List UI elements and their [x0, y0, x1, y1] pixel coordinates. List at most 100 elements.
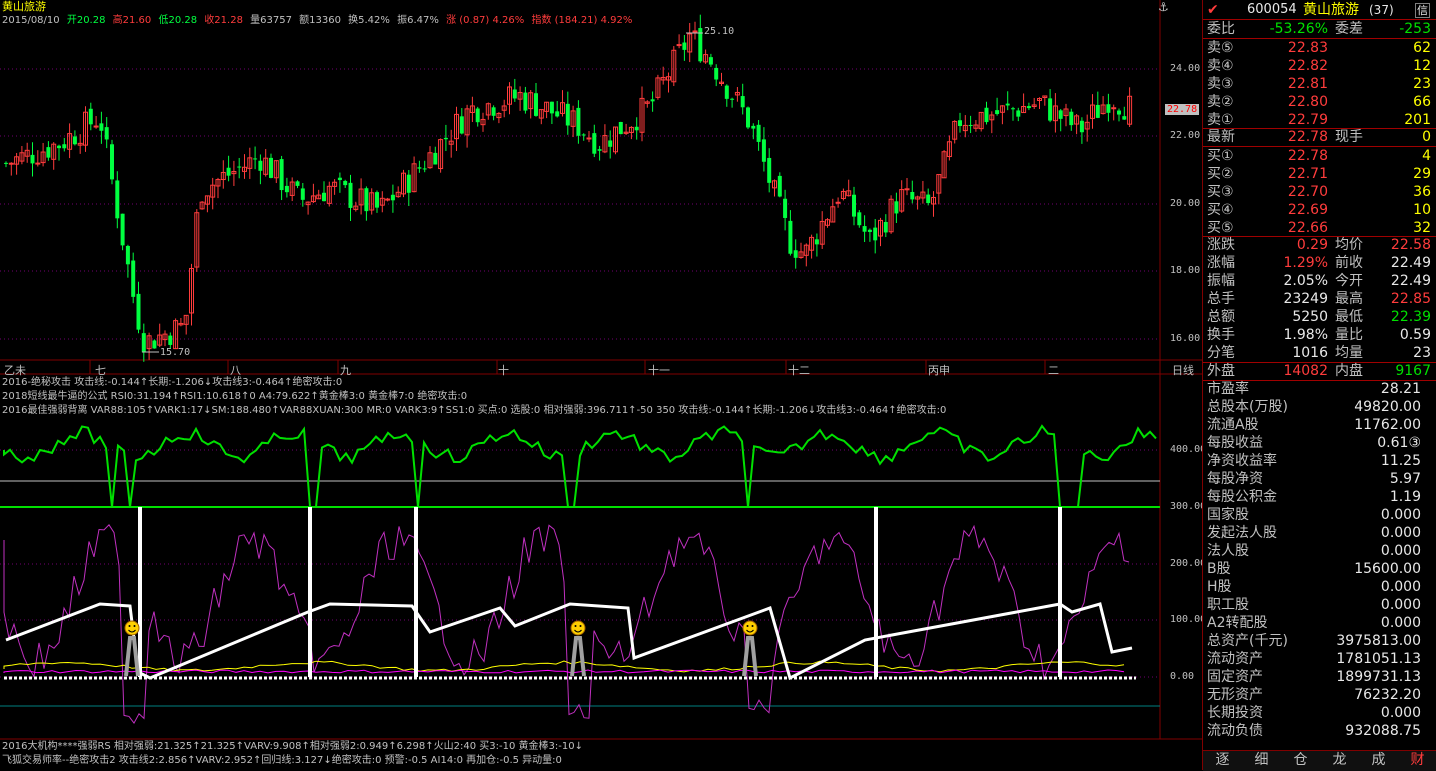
sub-axis-label: 400.00 — [1170, 444, 1207, 455]
weibi-value: -53.26% — [1269, 21, 1328, 37]
smiley-icon — [742, 620, 758, 636]
stat-value: 5250 — [1292, 309, 1328, 325]
buy-volume: 4 — [1422, 148, 1431, 164]
weibi-row: 委比 -53.26% 委差 -253 — [1203, 20, 1435, 38]
sell-row[interactable]: 卖⑤ 22.83 62 — [1203, 39, 1435, 57]
info-icon[interactable]: 信 — [1415, 3, 1430, 18]
buy-row[interactable]: 买③ 22.70 36 — [1203, 183, 1435, 201]
stat-value: 22.49 — [1390, 273, 1431, 289]
smiley-eye — [746, 625, 749, 627]
buy-row[interactable]: 买④ 22.69 10 — [1203, 201, 1435, 219]
candle-body — [88, 108, 93, 125]
fundamental-label: 国家股 — [1207, 507, 1249, 523]
stat-row: 总额 5250 最低 22.39 — [1203, 308, 1435, 326]
fundamental-row: 无形资产 76232.20 — [1203, 686, 1435, 704]
waipan-row: 外盘 14082 内盘 9167 — [1203, 362, 1435, 380]
candle-body — [279, 159, 284, 191]
month-label: 丙申 — [928, 364, 950, 377]
candle-body — [650, 99, 655, 102]
stat-label: 总手 — [1207, 291, 1235, 307]
buy-label: 买⑤ — [1207, 220, 1234, 236]
buy-row[interactable]: 买⑤ 22.66 32 — [1203, 219, 1435, 237]
smiley-stand — [742, 636, 758, 677]
buy-row[interactable]: 买② 22.71 29 — [1203, 165, 1435, 183]
panel-tab[interactable]: 仓 — [1281, 751, 1320, 771]
candle-body — [62, 144, 67, 149]
candle-body — [883, 221, 888, 233]
anchor-icon[interactable]: ⚓ — [1158, 1, 1169, 14]
check-icon[interactable]: ✔ — [1207, 1, 1219, 19]
candle-body — [57, 145, 61, 149]
waipan-label: 外盘 — [1207, 363, 1235, 379]
fundamental-row: 固定资产 1899731.13 — [1203, 668, 1435, 686]
candle-body — [300, 188, 305, 200]
max-price-label: 25.10 — [704, 26, 735, 37]
panel-tab[interactable]: 逐 — [1203, 751, 1242, 771]
candle-body — [141, 333, 146, 353]
candle-body — [337, 177, 342, 181]
fundamental-value: 28.21 — [1380, 381, 1421, 397]
fundamental-value: 1899731.13 — [1336, 669, 1421, 685]
indicator-line-2: 2018短线最牛逼的公式 RSI0:31.194↑RSI1:10.618↑0 A… — [2, 391, 468, 402]
candle-body — [692, 30, 698, 33]
buy-price: 22.70 — [1287, 184, 1328, 200]
sell-price: 22.79 — [1287, 112, 1328, 128]
stat-label: 换手 — [1207, 327, 1235, 343]
candle-body — [1011, 108, 1015, 110]
sell-row[interactable]: 卖③ 22.81 23 — [1203, 75, 1435, 93]
month-label: 十一 — [648, 364, 670, 377]
stat-label: 最低 — [1335, 309, 1363, 325]
sub-axis-label: 100.00 — [1170, 614, 1207, 625]
candle-body — [512, 89, 517, 99]
panel-tab[interactable]: 龙 — [1320, 751, 1359, 771]
smiley-icon — [124, 620, 140, 636]
candle-body — [433, 152, 438, 165]
buy-label: 买① — [1207, 148, 1234, 164]
sell-volume: 12 — [1413, 58, 1431, 74]
fundamental-row: 净资收益率 11.25 — [1203, 452, 1435, 470]
candle-body — [258, 160, 263, 171]
sell-row[interactable]: 卖④ 22.82 12 — [1203, 57, 1435, 75]
fundamental-value: 5.97 — [1389, 471, 1421, 487]
candle-body — [93, 125, 99, 128]
candle-body — [459, 116, 464, 134]
sell-price: 22.82 — [1287, 58, 1328, 74]
stat-label: 均价 — [1335, 237, 1363, 253]
stat-value: 22.39 — [1390, 309, 1431, 325]
panel-tab[interactable]: 细 — [1242, 751, 1281, 771]
kline-chart-area[interactable]: 黄山旅游 2015/08/10 开20.28 高21.60 低20.28 收21… — [0, 0, 1206, 770]
fundamental-value: 76232.20 — [1354, 687, 1421, 703]
candle-body — [746, 107, 750, 128]
buy-row[interactable]: 买① 22.78 4 — [1203, 147, 1435, 165]
candle-body — [814, 239, 819, 245]
panel-tab[interactable]: 成 — [1359, 751, 1398, 771]
latest-value: 22.78 — [1287, 129, 1328, 145]
weicha-value: -253 — [1399, 21, 1431, 37]
header-change: 涨 (0.87) 4.26% — [446, 15, 525, 26]
period-label[interactable]: 日线 — [1172, 362, 1194, 378]
buy-price: 22.71 — [1287, 166, 1328, 182]
candle-body — [1111, 107, 1117, 110]
stat-row: 总手 23249 最高 22.85 — [1203, 290, 1435, 308]
candle-body — [1079, 120, 1084, 133]
sell-row[interactable]: 卖② 22.80 66 — [1203, 93, 1435, 111]
fundamental-row: 流动负债 932088.75 — [1203, 722, 1435, 740]
sell-row[interactable]: 卖① 22.79 201 — [1203, 111, 1435, 129]
ohlc-header: 2015/08/10 开20.28 高21.60 低20.28 收21.28 量… — [2, 14, 636, 27]
price-axis-label: 24.00 — [1170, 63, 1201, 74]
panel-tab[interactable]: 财 — [1398, 751, 1436, 771]
candle-body — [904, 188, 910, 191]
candle-body — [926, 194, 931, 204]
candle-body — [390, 194, 395, 201]
candle-body — [857, 212, 862, 226]
candle-body — [777, 175, 782, 197]
candle-body — [475, 108, 480, 123]
candle-body — [767, 157, 772, 183]
candle-body — [375, 192, 379, 208]
month-label: 十 — [498, 364, 509, 377]
buy-label: 买② — [1207, 166, 1234, 182]
fundamental-value: 0.61③ — [1377, 435, 1421, 451]
fundamental-row: 总资产(千元) 3975813.00 — [1203, 632, 1435, 650]
smiley-stand — [124, 636, 140, 677]
fundamental-label: 职工股 — [1207, 597, 1249, 613]
